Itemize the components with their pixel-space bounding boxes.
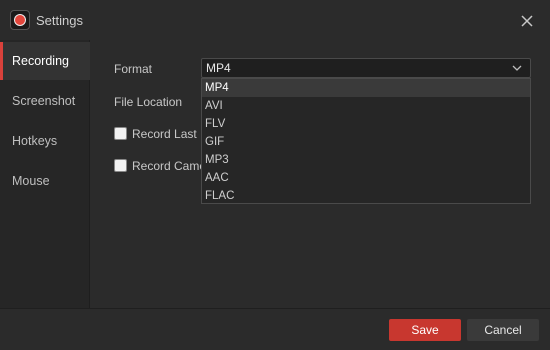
format-option-mp4[interactable]: MP4 <box>202 79 530 97</box>
format-select[interactable]: MP4 <box>201 58 531 78</box>
settings-panel: Format MP4 File Location Record Last Rec… <box>91 40 550 308</box>
record-last-checkbox[interactable] <box>114 127 127 140</box>
chevron-down-icon <box>512 65 522 71</box>
format-option-mp3[interactable]: MP3 <box>202 151 530 169</box>
file-location-label: File Location <box>114 95 183 109</box>
close-icon[interactable] <box>516 10 538 32</box>
format-label: Format <box>114 62 153 76</box>
sidebar-item-hotkeys[interactable]: Hotkeys <box>0 122 90 160</box>
title-bar: Settings <box>0 0 550 40</box>
format-dropdown-list: MP4 AVI FLV GIF MP3 AAC FLAC <box>201 78 531 204</box>
save-button[interactable]: Save <box>389 319 461 341</box>
record-last-label: Record Last <box>132 127 197 141</box>
cancel-button[interactable]: Cancel <box>467 319 539 341</box>
sidebar-item-mouse[interactable]: Mouse <box>0 162 90 200</box>
sidebar: Recording Screenshot Hotkeys Mouse <box>0 40 90 308</box>
format-option-flv[interactable]: FLV <box>202 115 530 133</box>
window-title: Settings <box>36 13 83 28</box>
format-select-value: MP4 <box>206 61 231 75</box>
record-camera-checkbox[interactable] <box>114 159 127 172</box>
record-logo-icon <box>10 10 30 30</box>
sidebar-item-recording[interactable]: Recording <box>0 42 90 80</box>
format-option-aac[interactable]: AAC <box>202 169 530 187</box>
format-option-flac[interactable]: FLAC <box>202 187 530 205</box>
record-camera-label: Record Came <box>132 159 207 173</box>
format-option-gif[interactable]: GIF <box>202 133 530 151</box>
sidebar-item-screenshot[interactable]: Screenshot <box>0 82 90 120</box>
format-option-avi[interactable]: AVI <box>202 97 530 115</box>
footer: Save Cancel <box>0 308 550 350</box>
